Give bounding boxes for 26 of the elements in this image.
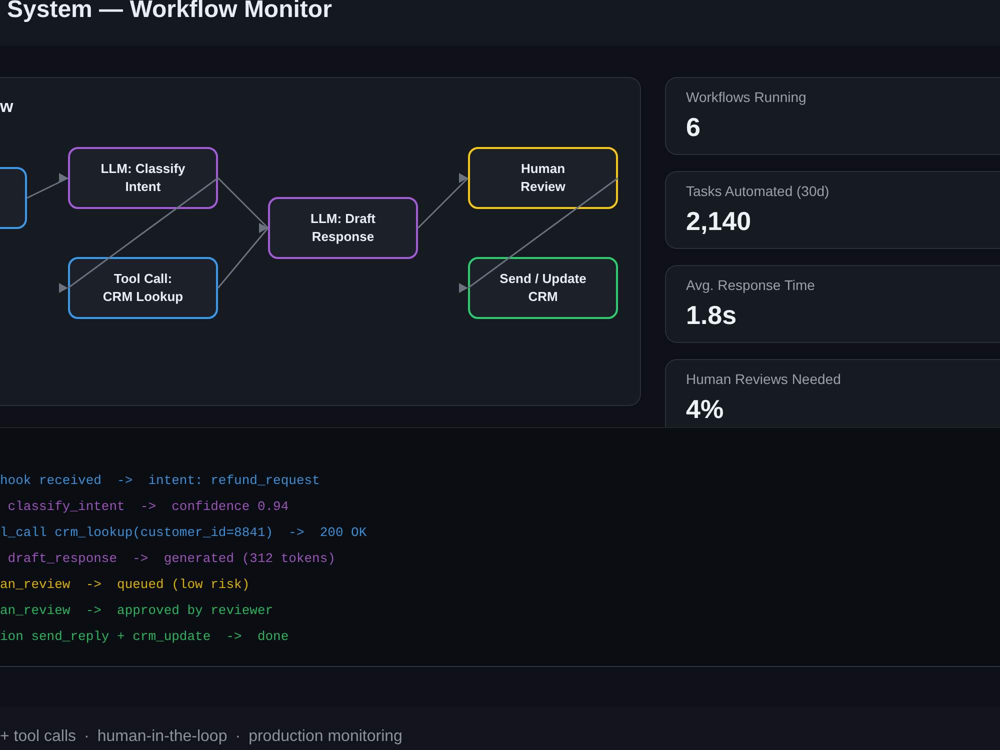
workflow-node: LLM: Draft Response bbox=[268, 197, 418, 259]
stat-value: 2,140 bbox=[686, 206, 752, 236]
footer-text: + tool calls bbox=[0, 727, 76, 747]
stat-label: Avg. Response Time bbox=[686, 277, 815, 294]
footer-text: production monitoring bbox=[248, 727, 402, 747]
panel-title: w bbox=[0, 97, 14, 117]
stat-label: Workflows Running bbox=[686, 89, 806, 106]
footer-text: human-in-the-loop bbox=[97, 727, 228, 747]
stat-value: 4% bbox=[686, 394, 724, 424]
stat-value: 1.8s bbox=[686, 300, 737, 330]
workflow-node: Human Review bbox=[468, 147, 618, 209]
footer-separator: · bbox=[235, 727, 241, 747]
stat-label: Human Reviews Needed bbox=[686, 371, 841, 388]
log-line: draft_response -> generated (312 tokens) bbox=[6, 550, 336, 568]
stat-label: Tasks Automated (30d) bbox=[686, 183, 830, 200]
stat-value: 6 bbox=[686, 112, 700, 142]
workflow-node: Tool Call: CRM Lookup bbox=[68, 257, 218, 319]
workflow-node: Send / Update CRM bbox=[468, 257, 618, 319]
log-line: an_review -> queued (low risk) bbox=[0, 576, 250, 594]
log-line: ion send_reply + crm_update -> done bbox=[0, 628, 289, 646]
footer-separator: · bbox=[84, 727, 90, 747]
log-line: l_call crm_lookup(customer_id=8841) -> 200 OK bbox=[0, 524, 367, 542]
log-line: classify_intent -> confidence 0.94 bbox=[6, 498, 289, 516]
workflow-node: LLM: Classify Intent bbox=[68, 147, 218, 209]
log-line: an_review -> approved by reviewer bbox=[0, 602, 274, 620]
log-line: hook received -> intent: refund_request bbox=[0, 472, 320, 490]
